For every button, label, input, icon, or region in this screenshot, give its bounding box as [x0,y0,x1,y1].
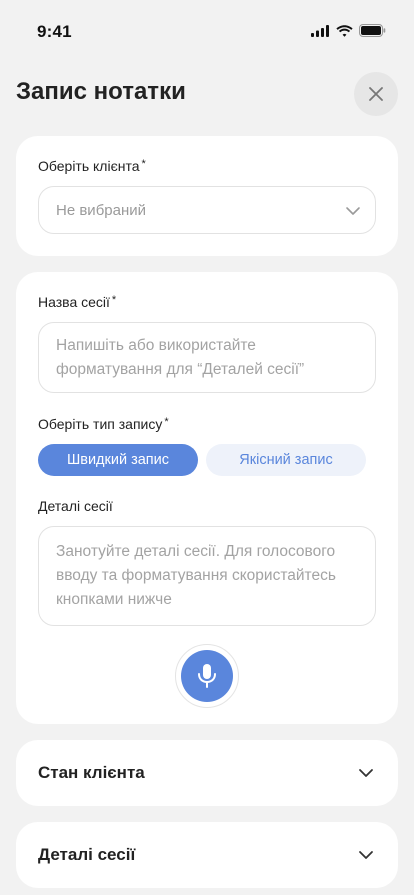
client-card: Оберіть клієнта * Не вибраний [16,136,398,256]
mic-button-core [181,650,233,702]
chevron-down-icon [359,769,373,777]
required-mark: * [111,294,117,306]
page-title: Запис нотатки [16,78,186,105]
required-mark: * [141,158,146,170]
required-mark: * [164,416,169,428]
session-name-input[interactable]: Напишіть або використайте форматування д… [38,322,376,393]
wifi-icon [336,24,353,37]
accordion-session-details[interactable]: Деталі сесії [16,822,398,888]
header: Запис нотатки [0,70,414,116]
placeholder-line: вводу та форматування скористайтесь [56,567,336,584]
client-select-value: Не вибраний [56,202,147,219]
quick-record-button[interactable]: Швидкий запис [38,444,198,476]
status-bar: 9:41 [0,0,414,62]
client-label: Оберіть клієнта * [38,158,146,174]
session-details-input[interactable]: Занотуйте деталі сесії. Для голосового в… [38,526,376,626]
chevron-down-icon [359,851,373,859]
signal-icon [311,24,329,37]
session-details-label: Деталі сесії [38,498,113,514]
placeholder-line: кнопками нижче [56,591,172,608]
record-type-label-text: Оберіть тип запису [38,416,163,432]
session-name-label-text: Назва сесії [38,294,110,310]
placeholder-line: Занотуйте деталі сесії. Для голосового [56,543,336,560]
session-details-placeholder: Занотуйте деталі сесії. Для голосового в… [56,540,361,612]
quality-record-button[interactable]: Якісний запис [206,444,366,476]
chevron-down-icon [346,207,360,215]
record-type-toggle: Швидкий запис Якісний запис [38,444,366,476]
record-type-label: Оберіть тип запису * [38,416,169,432]
close-button[interactable] [354,72,398,116]
placeholder-line: форматування для “Деталей сесії” [56,361,305,378]
placeholder-line: Напишіть або використайте [56,337,256,354]
close-icon [369,87,383,101]
status-icons [311,24,386,37]
voice-input-button[interactable] [175,644,239,708]
accordion-title: Стан клієнта [38,763,145,782]
session-name-placeholder: Напишіть або використайте форматування д… [56,334,361,382]
session-card: Назва сесії * Напишіть або використайте ф… [16,272,398,724]
session-name-label: Назва сесії * [38,294,116,310]
microphone-icon [198,664,216,688]
client-select[interactable]: Не вибраний [38,186,376,234]
battery-icon [359,24,386,37]
status-time: 9:41 [37,22,72,41]
accordion-client-state[interactable]: Стан клієнта [16,740,398,806]
client-label-text: Оберіть клієнта [38,158,140,174]
accordion-title: Деталі сесії [38,845,136,864]
